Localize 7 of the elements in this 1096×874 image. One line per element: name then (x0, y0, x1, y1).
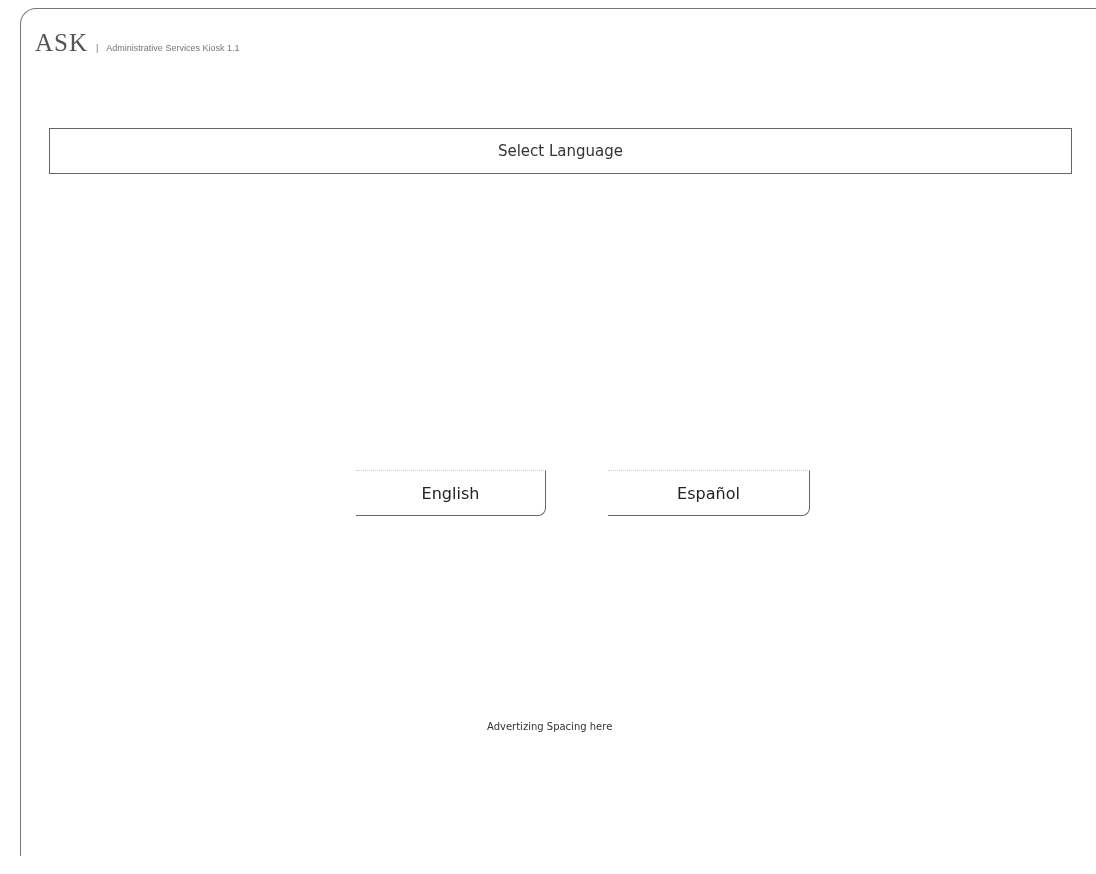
language-button[interactable]: English (356, 470, 546, 516)
advertising-note: Advertizing Spacing here (487, 721, 613, 732)
app-subtitle: Administrative Services Kiosk 1.1 (106, 43, 240, 53)
logo: ASK (35, 29, 88, 57)
title-bar: Select Language (49, 128, 1072, 174)
language-button[interactable]: Español (608, 470, 810, 516)
separator: | (96, 43, 99, 53)
